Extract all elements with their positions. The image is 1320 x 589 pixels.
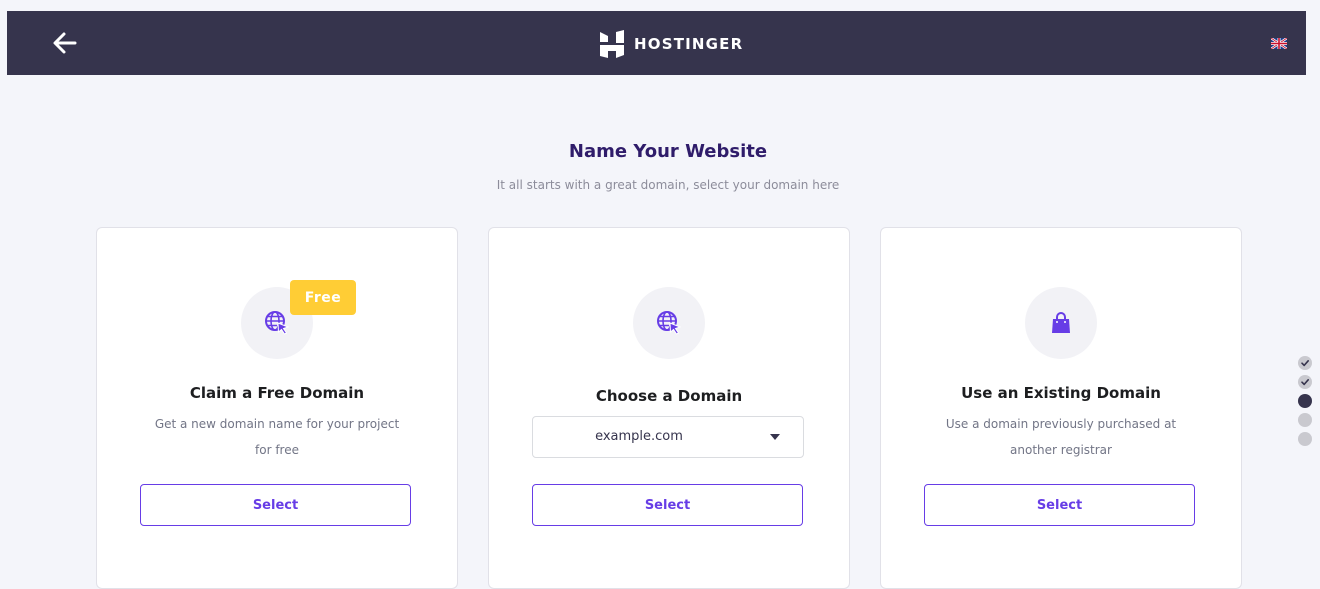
free-badge: Free [290,280,356,315]
shopping-bag-icon [1052,312,1070,333]
step-completed [1298,375,1312,389]
icon-circle [1025,287,1097,359]
check-icon [1301,379,1309,386]
page-title: Name Your Website [568,141,768,162]
step-current [1298,394,1312,408]
top-bar: HOSTINGER [7,11,1306,75]
arrow-left-icon[interactable] [51,30,79,56]
icon-circle [633,287,705,359]
hostinger-logo-icon [600,30,624,58]
card-description-line: for free [255,443,299,457]
uk-flag-icon[interactable] [1271,38,1287,49]
progress-steps [1298,356,1314,446]
choose-domain-card: Choose a Domain example.com Select [488,227,850,589]
step-pending [1298,413,1312,427]
select-choose-domain-button[interactable]: Select [532,484,803,526]
card-description-line: Use a domain previously purchased at [945,417,1177,431]
card-title: Choose a Domain [595,387,743,405]
globe-cursor-icon [265,311,290,335]
card-description-line: Get a new domain name for your project [154,417,400,431]
step-pending [1298,432,1312,446]
card-title: Claim a Free Domain [189,384,365,402]
brand-name: HOSTINGER [634,35,744,53]
domain-dropdown-value: example.com [595,429,683,444]
chevron-down-icon [770,434,780,440]
card-description-line: another registrar [1010,443,1112,457]
claim-free-domain-card: Free Claim a Free Domain Get a new domai… [96,227,458,589]
check-icon [1301,360,1309,367]
step-completed [1298,356,1312,370]
card-description: Get a new domain name for your project f… [137,411,417,463]
page-subtitle: It all starts with a great domain, selec… [496,178,840,192]
domain-dropdown[interactable]: example.com [532,416,804,458]
select-free-domain-button[interactable]: Select [140,484,411,526]
select-existing-domain-button[interactable]: Select [924,484,1195,526]
card-title: Use an Existing Domain [961,384,1161,402]
hostinger-logo[interactable]: HOSTINGER [598,30,744,58]
card-description: Use a domain previously purchased at ano… [921,411,1201,463]
globe-cursor-icon [657,311,682,335]
existing-domain-card: Use an Existing Domain Use a domain prev… [880,227,1242,589]
